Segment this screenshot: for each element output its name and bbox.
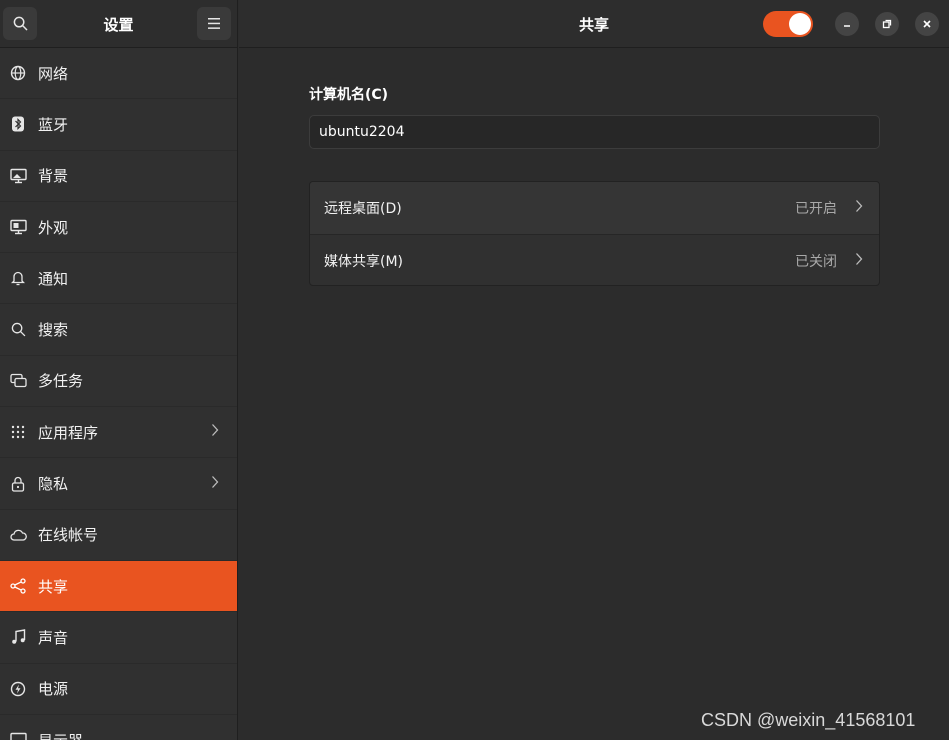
share-icon xyxy=(9,577,27,595)
lock-icon xyxy=(9,475,27,493)
cloud-icon xyxy=(9,526,27,544)
sidebar-item-appearance[interactable]: 外观 xyxy=(0,202,237,254)
maximize-button[interactable] xyxy=(875,12,899,36)
computer-name-input[interactable] xyxy=(309,115,880,149)
close-icon xyxy=(923,20,931,28)
toggle-knob xyxy=(789,13,811,35)
sidebar-item-search[interactable]: 搜索 xyxy=(0,304,237,356)
bell-icon xyxy=(9,269,27,287)
appearance-icon xyxy=(9,218,27,236)
row-label: 媒体共享(M) xyxy=(324,253,404,270)
apps-grid-icon xyxy=(9,423,27,441)
sharing-toggle[interactable] xyxy=(763,11,813,37)
sharing-services-list: 远程桌面(D) 已开启 媒体共享(M) 已关闭 xyxy=(309,181,880,286)
display-icon xyxy=(9,731,27,740)
sidebar-item-label: 电源 xyxy=(38,680,69,699)
restore-icon xyxy=(882,19,892,29)
sidebar-item-label: 通知 xyxy=(38,269,69,288)
sidebar-item-label: 背景 xyxy=(38,167,69,186)
watermark-text: CSDN @weixin_41568101 xyxy=(701,710,916,730)
sidebar-item-notifications[interactable]: 通知 xyxy=(0,253,237,305)
sidebar-item-multitasking[interactable]: 多任务 xyxy=(0,356,237,408)
remote-desktop-row[interactable]: 远程桌面(D) 已开启 xyxy=(310,182,879,234)
media-sharing-row[interactable]: 媒体共享(M) 已关闭 xyxy=(310,234,879,285)
sidebar-item-label: 共享 xyxy=(38,577,69,596)
multitasking-icon xyxy=(9,372,27,390)
music-note-icon xyxy=(9,628,27,646)
minimize-icon xyxy=(844,25,850,27)
sidebar-item-label: 外观 xyxy=(38,218,69,237)
minimize-button[interactable] xyxy=(835,12,859,36)
sidebar-item-label: 隐私 xyxy=(38,475,69,494)
sidebar-item-online-accounts[interactable]: 在线帐号 xyxy=(0,510,237,561)
sidebar-item-privacy[interactable]: 隐私 xyxy=(0,458,237,510)
background-icon xyxy=(9,167,27,185)
sidebar-list: 网络 蓝牙 背景 外观 通知 搜索 多任务 应用程序 隐私 在线帐号 共享 声音… xyxy=(0,48,237,740)
chevron-right-icon xyxy=(855,199,863,217)
bluetooth-icon xyxy=(9,115,27,133)
hamburger-menu-icon xyxy=(208,18,220,29)
sidebar-item-displays[interactable]: 显示器 xyxy=(0,715,237,740)
main-header: 共享 xyxy=(239,0,949,48)
power-icon xyxy=(9,680,27,698)
sidebar-item-background[interactable]: 背景 xyxy=(0,151,237,202)
sidebar-item-label: 声音 xyxy=(38,628,69,647)
status-text: 已关闭 xyxy=(795,253,837,270)
sidebar-item-network[interactable]: 网络 xyxy=(0,48,237,100)
sidebar-item-applications[interactable]: 应用程序 xyxy=(0,407,237,459)
status-text: 已开启 xyxy=(795,201,837,217)
sidebar-item-label: 网络 xyxy=(38,64,69,83)
sidebar-item-label: 显示器 xyxy=(38,730,83,740)
sidebar-item-sharing[interactable]: 共享 xyxy=(0,560,237,613)
sidebar-item-label: 多任务 xyxy=(38,372,84,391)
sidebar-item-label: 蓝牙 xyxy=(38,115,69,134)
sidebar: 设置 网络 蓝牙 背景 外观 通知 搜索 多任务 应用程序 隐私 在线帐号 共享… xyxy=(0,0,238,740)
search-icon xyxy=(9,321,27,339)
close-button[interactable] xyxy=(915,12,939,36)
network-icon xyxy=(9,64,27,82)
sidebar-item-power[interactable]: 电源 xyxy=(0,664,237,715)
row-label: 远程桌面(D) xyxy=(324,201,402,217)
chevron-right-icon xyxy=(855,252,863,270)
sidebar-item-label: 应用程序 xyxy=(38,423,99,442)
sidebar-item-sound[interactable]: 声音 xyxy=(0,612,237,664)
sidebar-header: 设置 xyxy=(0,0,237,48)
sidebar-item-label: 搜索 xyxy=(38,321,69,340)
sidebar-item-bluetooth[interactable]: 蓝牙 xyxy=(0,99,237,151)
menu-button[interactable] xyxy=(197,7,231,40)
main-panel: 共享 计算机名(C) 远程桌面(D) 已开启 媒体共享(M) 已关闭 xyxy=(239,0,949,740)
chevron-right-icon xyxy=(211,475,219,493)
computer-name-label: 计算机名(C) xyxy=(309,87,389,103)
chevron-right-icon xyxy=(211,423,219,441)
sidebar-item-label: 在线帐号 xyxy=(38,526,99,545)
